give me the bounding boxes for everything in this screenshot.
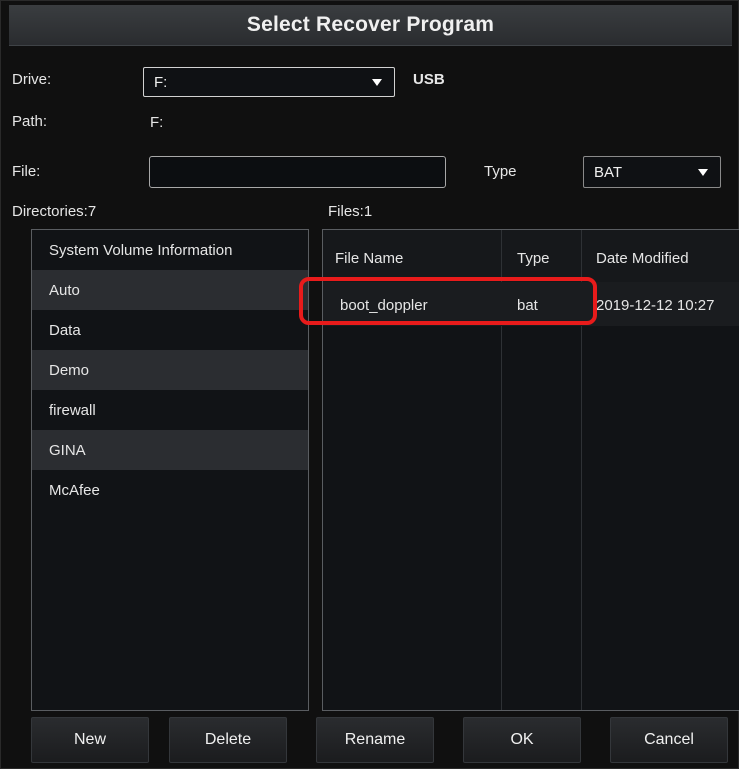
type-filter-select[interactable]: BAT bbox=[583, 156, 721, 188]
select-recover-program-dialog: Select Recover Program Drive: F: USB Pat… bbox=[0, 0, 739, 769]
directory-item[interactable]: Data bbox=[32, 310, 308, 350]
directory-item-label: McAfee bbox=[49, 481, 100, 499]
directory-item[interactable]: firewall bbox=[32, 390, 308, 430]
file-name-input[interactable] bbox=[149, 156, 446, 188]
file-type-cell: bat bbox=[517, 297, 538, 314]
drive-select-value: F: bbox=[154, 73, 168, 91]
table-row[interactable]: boot_doppler bat 2019-12-12 10:27 bbox=[323, 282, 739, 326]
files-header: Files:1 bbox=[328, 203, 373, 220]
column-header-file-name[interactable]: File Name bbox=[335, 250, 403, 267]
directory-item[interactable]: McAfee bbox=[32, 470, 308, 510]
column-header-type[interactable]: Type bbox=[517, 250, 550, 267]
path-value: F: bbox=[150, 114, 164, 131]
directory-item[interactable]: Auto bbox=[32, 270, 308, 310]
delete-button[interactable]: Delete bbox=[169, 717, 287, 763]
drive-label: Drive: bbox=[12, 71, 52, 88]
file-date-cell: 2019-12-12 10:27 bbox=[596, 297, 715, 314]
chevron-down-icon bbox=[698, 169, 708, 176]
files-table-header: File Name Type Date Modified bbox=[323, 230, 739, 283]
directory-item-label: Data bbox=[49, 321, 81, 339]
column-header-date-modified[interactable]: Date Modified bbox=[596, 250, 689, 267]
directory-item-label: Demo bbox=[49, 361, 90, 379]
screen-root: Select Recover Program Drive: F: USB Pat… bbox=[0, 0, 739, 769]
directory-item-label: GINA bbox=[49, 441, 86, 459]
directory-item[interactable]: GINA bbox=[32, 430, 308, 470]
dialog-titlebar: Select Recover Program bbox=[9, 5, 732, 46]
directories-header: Directories:7 bbox=[12, 203, 97, 220]
new-button[interactable]: New bbox=[31, 717, 149, 763]
ok-button[interactable]: OK bbox=[463, 717, 581, 763]
directory-item[interactable]: Demo bbox=[32, 350, 308, 390]
drive-type-label: USB bbox=[413, 71, 445, 88]
files-table[interactable]: File Name Type Date Modified boot_dopple… bbox=[322, 229, 739, 711]
file-name-cell: boot_doppler bbox=[340, 297, 428, 314]
directory-item-label: firewall bbox=[49, 401, 96, 419]
directory-item-label: Auto bbox=[49, 281, 80, 299]
directory-list[interactable]: System Volume Information Auto Data Demo… bbox=[31, 229, 309, 711]
dialog-title: Select Recover Program bbox=[246, 13, 495, 36]
type-filter-value: BAT bbox=[594, 163, 623, 181]
drive-select[interactable]: F: bbox=[143, 67, 395, 97]
directory-item-label: System Volume Information bbox=[49, 241, 233, 259]
rename-button[interactable]: Rename bbox=[316, 717, 434, 763]
type-filter-label: Type bbox=[484, 163, 517, 180]
path-label: Path: bbox=[12, 113, 48, 130]
directory-item[interactable]: System Volume Information bbox=[32, 230, 308, 270]
file-label: File: bbox=[12, 163, 41, 180]
chevron-down-icon bbox=[372, 79, 382, 86]
cancel-button[interactable]: Cancel bbox=[610, 717, 728, 763]
